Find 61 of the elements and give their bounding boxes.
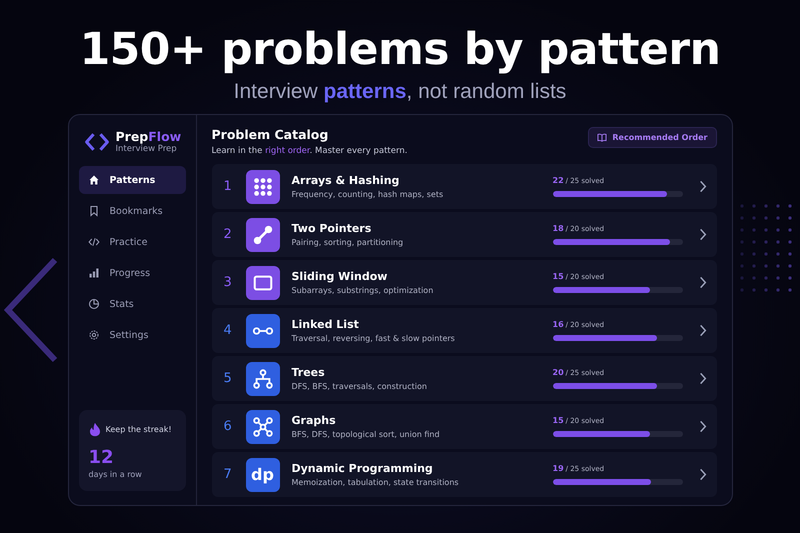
pattern-description: Frequency, counting, hash maps, sets	[292, 190, 444, 199]
pattern-badge: dp	[246, 458, 280, 492]
flame-icon	[88, 422, 100, 437]
pattern-number: 5	[224, 371, 233, 386]
pattern-name: Trees	[292, 366, 326, 379]
pattern-number: 6	[224, 419, 233, 434]
solved-count: 20	[552, 368, 564, 377]
pattern-description: Traversal, reversing, fast & slow pointers	[292, 334, 456, 343]
pattern-name: Dynamic Programming	[292, 462, 434, 475]
brand-name: PrepFlow	[116, 129, 182, 144]
tagline: Interview patterns, not random lists	[234, 80, 566, 104]
pattern-description: BFS, DFS, topological sort, union find	[292, 430, 441, 439]
pattern-name: Arrays & Hashing	[292, 174, 400, 187]
pattern-name: Linked List	[292, 318, 360, 331]
pattern-description: Subarrays, substrings, optimization	[292, 286, 434, 295]
streak-count: 12	[88, 447, 115, 468]
solved-count: 15	[552, 416, 564, 425]
pattern-number: 2	[224, 227, 233, 242]
sidebar-item[interactable]: Stats	[78, 290, 186, 318]
chevron-right-icon	[698, 468, 706, 481]
chevron-right-icon	[698, 420, 706, 433]
book-icon	[597, 133, 608, 142]
sidebar-item[interactable]: Progress	[78, 259, 186, 287]
pattern-number: 3	[224, 275, 233, 290]
brand-tagline: Interview Prep	[116, 144, 178, 154]
pattern-description: DFS, BFS, traversals, construction	[292, 382, 428, 391]
sidebar-item[interactable]: Patterns	[78, 166, 186, 194]
pattern-name: Two Pointers	[292, 222, 372, 235]
solved-count: 16	[552, 320, 564, 329]
bar-chart-icon	[88, 267, 100, 279]
chevron-right-icon	[698, 372, 706, 385]
home-icon	[88, 174, 100, 186]
headline: 150+ problems by pattern	[80, 24, 720, 76]
chevron-right-icon	[698, 324, 706, 337]
pie-chart-icon	[88, 298, 100, 310]
chevron-right-icon	[698, 180, 706, 193]
pattern-name: Graphs	[292, 414, 337, 427]
pattern-description: Pairing, sorting, partitioning	[292, 238, 404, 247]
bookmark-icon	[88, 205, 100, 217]
sidebar-item[interactable]: Bookmarks	[78, 197, 186, 225]
streak-caption: days in a row	[88, 470, 143, 479]
catalog-subtitle: Learn in the right order. Master every pattern.	[212, 146, 408, 156]
pattern-number: 7	[224, 467, 233, 482]
chevron-right-icon	[698, 228, 706, 241]
code-brackets-icon	[84, 130, 110, 152]
solved-count: 18	[552, 224, 564, 233]
chevron-right-icon	[698, 276, 706, 289]
settings-icon	[88, 329, 100, 341]
solved-count: 15	[552, 272, 564, 281]
pattern-number: 1	[224, 179, 233, 194]
recommended-order-button[interactable]: Recommended Order	[588, 127, 716, 148]
solved-count: 22	[552, 176, 564, 185]
pattern-description: Memoization, tabulation, state transitions	[292, 478, 460, 487]
code-icon	[88, 236, 100, 248]
solved-count: 19	[552, 464, 564, 473]
streak-title: Keep the streak!	[106, 425, 172, 434]
sidebar-item[interactable]: Practice	[78, 228, 186, 256]
pattern-name: Sliding Window	[292, 270, 388, 283]
sidebar-item[interactable]: Settings	[78, 321, 186, 349]
catalog-title: Problem Catalog	[212, 127, 330, 142]
pattern-number: 4	[224, 323, 233, 338]
